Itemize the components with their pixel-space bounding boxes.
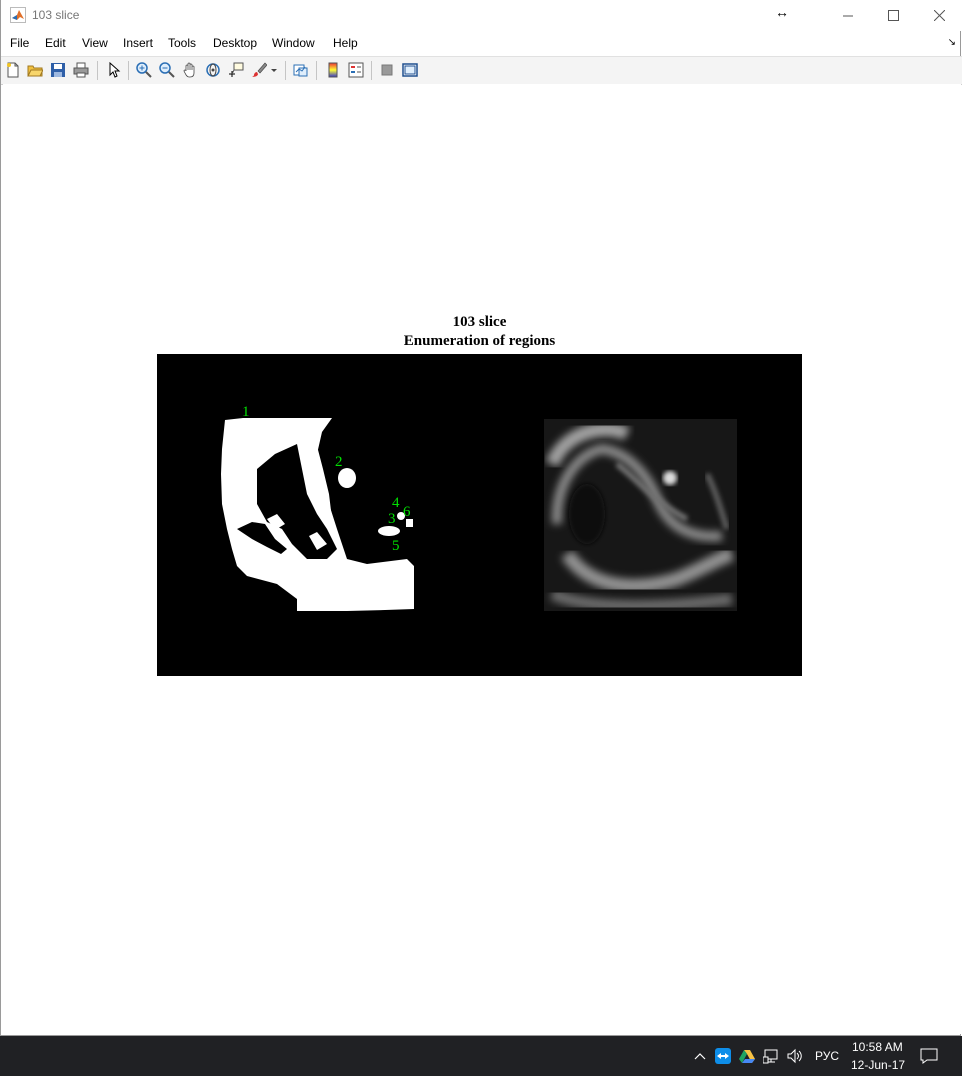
volume-icon[interactable] [786, 1047, 804, 1065]
menu-edit[interactable]: Edit [45, 36, 66, 50]
menu-desktop[interactable]: Desktop [213, 36, 257, 50]
save-icon[interactable] [49, 61, 67, 79]
region-label-2: 2 [335, 454, 343, 470]
pointer-icon[interactable] [105, 61, 123, 79]
toolbar-separator [316, 61, 317, 80]
menu-file[interactable]: File [10, 36, 29, 50]
google-drive-icon[interactable] [738, 1047, 756, 1065]
legend-icon[interactable] [347, 61, 365, 79]
title-bar[interactable]: 103 slice ↔ [1, 0, 962, 31]
region-label-3: 3 [388, 511, 396, 527]
axes-title-line2: Enumeration of regions [403, 333, 556, 349]
toolbar-separator [371, 61, 372, 80]
menu-insert[interactable]: Insert [123, 36, 153, 50]
zoom-in-icon[interactable] [135, 61, 153, 79]
new-figure-icon[interactable] [4, 61, 22, 79]
pan-icon[interactable] [181, 61, 199, 79]
brush-icon[interactable] [250, 61, 268, 79]
menu-help[interactable]: Help [333, 36, 358, 50]
figure-toolbar [1, 56, 962, 85]
grayscale-slice-image [544, 419, 737, 611]
zoom-out-icon[interactable] [158, 61, 176, 79]
matlab-logo-icon [10, 7, 26, 23]
rotate-3d-icon[interactable] [204, 61, 222, 79]
open-icon[interactable] [26, 61, 44, 79]
menu-bar: File Edit View Insert Tools Desktop Wind… [1, 33, 962, 55]
brush-dropdown-icon[interactable] [269, 61, 279, 79]
colorbar-icon[interactable] [324, 61, 342, 79]
axes-title-line1: 103 slice [452, 314, 507, 330]
region-label-4: 4 [392, 495, 400, 511]
image-axes[interactable]: 1 2 3 4 5 6 [157, 354, 802, 676]
menu-tools[interactable]: Tools [168, 36, 196, 50]
window-title: 103 slice [32, 8, 80, 22]
toolbar-separator [128, 61, 129, 80]
region-label-6: 6 [403, 504, 411, 520]
network-icon[interactable] [762, 1047, 780, 1065]
chevron-up-icon[interactable] [691, 1047, 709, 1065]
link-plot-icon[interactable] [292, 61, 310, 79]
dock-arrow-icon[interactable]: ↘ [948, 37, 956, 48]
minimize-button[interactable] [825, 0, 871, 31]
clock-date[interactable]: 12-Jun-17 [851, 1058, 905, 1072]
show-plot-tools-icon[interactable] [401, 61, 419, 79]
close-button[interactable] [916, 0, 962, 31]
language-indicator[interactable]: РУС [815, 1049, 839, 1063]
maximize-button[interactable] [870, 0, 916, 31]
clock-time[interactable]: 10:58 AM [852, 1040, 903, 1054]
toolbar-separator [285, 61, 286, 80]
menu-view[interactable]: View [82, 36, 108, 50]
menu-window[interactable]: Window [272, 36, 315, 50]
region-label-1: 1 [242, 404, 250, 420]
print-icon[interactable] [72, 61, 90, 79]
resize-cursor-icon: ↔ [775, 4, 789, 20]
toolbar-separator [97, 61, 98, 80]
notification-icon[interactable] [920, 1047, 938, 1065]
teamviewer-icon[interactable] [714, 1047, 732, 1065]
region-label-5: 5 [392, 538, 400, 554]
data-cursor-icon[interactable] [227, 61, 245, 79]
hide-plot-tools-icon[interactable] [378, 61, 396, 79]
